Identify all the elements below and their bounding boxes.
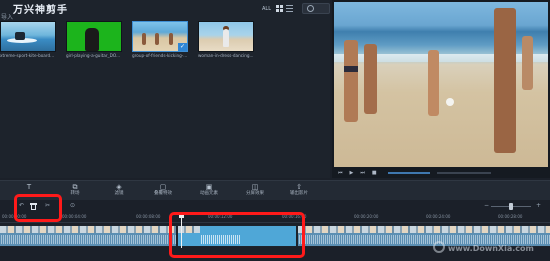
- clip-waveform: [298, 235, 550, 244]
- media-thumbnail-kiteboard[interactable]: [0, 21, 56, 52]
- play-icon[interactable]: ▶: [350, 170, 354, 176]
- split-screen-tool-button[interactable]: ◫ 分屏效果: [240, 183, 270, 197]
- preview-scene-person: [494, 8, 516, 153]
- timeline-ruler[interactable]: 00:00:00:00 00:00:04:00 00:00:08:00 00:0…: [0, 212, 550, 223]
- ruler-tick: 00:00:24:00: [426, 214, 451, 219]
- selected-check-icon: ✓: [178, 43, 187, 51]
- thumbnail-image: [169, 33, 173, 45]
- export-button[interactable]: ⇧ 输出影片: [284, 183, 314, 197]
- tool-label: 转场: [70, 191, 80, 196]
- media-thumbnail-guitar[interactable]: [66, 21, 122, 52]
- elements-icon: ▣: [205, 183, 213, 191]
- transition-icon: ⧉: [72, 183, 78, 191]
- preview-scene-person: [522, 36, 533, 90]
- cut-icon[interactable]: ✂: [45, 203, 50, 209]
- search-icon: [307, 5, 314, 12]
- playback-progress-bar[interactable]: [387, 171, 430, 174]
- media-thumbnail-label: girl-playing-a-guitar_DO...: [66, 53, 120, 58]
- tool-label: 叠覆特效: [154, 191, 172, 196]
- playback-track[interactable]: [436, 171, 491, 174]
- filter-icon: ◈: [116, 183, 122, 191]
- media-thumbnail-label: group-of-friends-kicking-...: [132, 53, 188, 58]
- tool-label: 滤镜: [114, 191, 124, 196]
- preview-scene-person: [344, 40, 358, 122]
- preview-scene-ball: [446, 98, 454, 106]
- ruler-tick: 00:00:00:00: [2, 214, 27, 219]
- list-view-icon[interactable]: [286, 5, 293, 12]
- clip-waveform: [0, 235, 176, 244]
- zoom-in-icon[interactable]: +: [536, 203, 541, 209]
- tool-label: 动画元素: [200, 191, 218, 196]
- view-all-filter[interactable]: ALL: [262, 6, 271, 12]
- overlay-icon: ▢: [159, 183, 167, 191]
- ruler-tick: 00:00:16:00: [282, 214, 307, 219]
- zoom-slider-handle[interactable]: [509, 203, 513, 210]
- media-thumbnail-friends-kicking[interactable]: ✓: [132, 21, 188, 52]
- thumbnail-image: [15, 32, 25, 40]
- playhead-line[interactable]: [181, 218, 182, 248]
- media-thumbnail-label: woman-in-dress-dancing...: [198, 53, 254, 58]
- thumbnail-image: [155, 33, 159, 45]
- effects-toolbar: T ⧉ 转场 ◈ 滤镜 ▢ 叠覆特效 ▣ 动画元素 ◫ 分屏效果 ⇧ 输出影片: [0, 180, 550, 201]
- zoom-out-icon[interactable]: −: [484, 203, 489, 209]
- media-thumbnail-woman-dancing[interactable]: [198, 21, 254, 52]
- ruler-tick: 00:00:28:00: [498, 214, 523, 219]
- tool-label: 分屏效果: [246, 191, 264, 196]
- thumbnail-image: [85, 28, 99, 51]
- video-clip[interactable]: [0, 226, 176, 246]
- text-icon: T: [26, 183, 32, 191]
- stop-icon[interactable]: ■: [372, 170, 377, 176]
- elements-tool-button[interactable]: ▣ 动画元素: [194, 183, 224, 197]
- playback-controls: ⏮ ▶ ⏭ ■: [332, 167, 550, 178]
- selected-video-clip[interactable]: [178, 226, 296, 246]
- preview-scene-person: [428, 50, 439, 116]
- clip-waveform: [200, 235, 240, 244]
- view-controls: ALL: [262, 5, 293, 12]
- clip-filmstrip: [0, 226, 176, 233]
- preview-scene-detail: [344, 66, 358, 72]
- watermark-logo-icon: [433, 241, 445, 253]
- delete-icon[interactable]: [30, 203, 37, 210]
- search-input[interactable]: [302, 3, 330, 14]
- video-clip[interactable]: [298, 226, 550, 246]
- overlay-tool-button[interactable]: ▢ 叠覆特效: [148, 183, 178, 197]
- transition-tool-button[interactable]: ⧉ 转场: [60, 183, 90, 197]
- ruler-tick: 00:00:20:00: [354, 214, 379, 219]
- ruler-tick: 00:00:08:00: [136, 214, 161, 219]
- filter-tool-button[interactable]: ◈ 滤镜: [104, 183, 134, 197]
- grid-view-icon[interactable]: [276, 5, 283, 12]
- ruler-tick: 00:00:04:00: [62, 214, 87, 219]
- delete-icon-bin: [31, 205, 36, 210]
- preview-scene-person: [364, 44, 377, 114]
- next-frame-icon[interactable]: ⏭: [360, 170, 365, 176]
- thumbnail-image: [223, 29, 229, 47]
- previous-frame-icon[interactable]: ⏮: [338, 170, 343, 176]
- ruler-tick: 00:00:12:00: [208, 214, 233, 219]
- preview-video-frame[interactable]: [334, 2, 548, 167]
- media-library-panel: 万兴神剪手 导入 ALL xtreme-sport-kite-board... …: [0, 0, 330, 178]
- more-icon[interactable]: ⊙: [70, 203, 75, 209]
- thumbnail-image: [142, 33, 146, 45]
- timeline-controls: ↶ ✂ ⊙ − +: [0, 200, 550, 212]
- split-screen-icon: ◫: [251, 183, 259, 191]
- preview-panel: ⏮ ▶ ⏭ ■: [332, 0, 550, 178]
- import-label[interactable]: 导入: [1, 12, 13, 21]
- media-thumbnail-label: xtreme-sport-kite-board...: [0, 53, 55, 58]
- text-tool-button[interactable]: T: [14, 183, 44, 191]
- undo-icon[interactable]: ↶: [19, 203, 24, 209]
- export-icon: ⇧: [296, 183, 302, 191]
- app-title: 万兴神剪手: [13, 5, 68, 16]
- watermark: www.DownXia.com: [448, 244, 534, 253]
- tool-label: 输出影片: [290, 191, 308, 196]
- clip-filmstrip: [298, 226, 550, 233]
- video-editor-window: 万兴神剪手 导入 ALL xtreme-sport-kite-board... …: [0, 0, 550, 261]
